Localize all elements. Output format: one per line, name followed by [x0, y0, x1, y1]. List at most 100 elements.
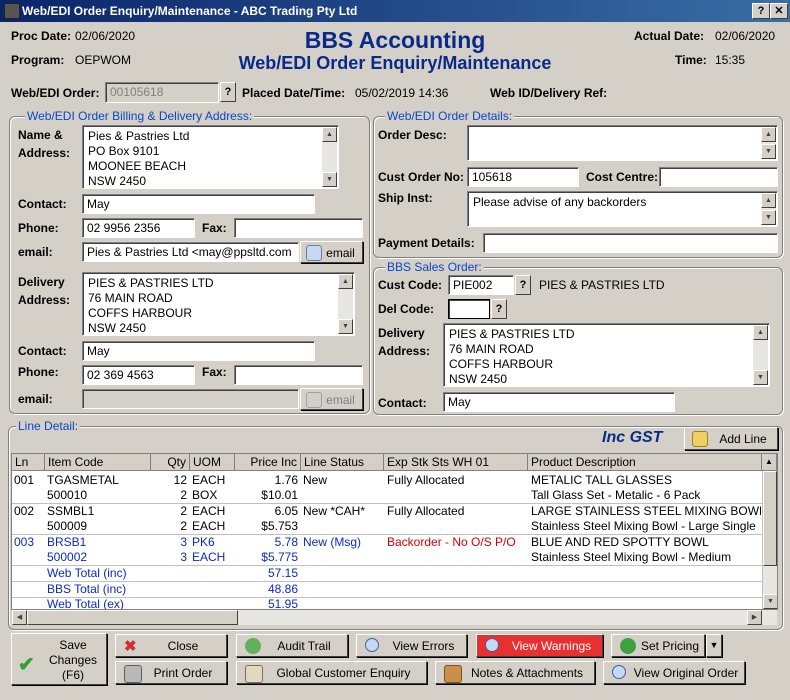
delivery-email-button[interactable]: email	[300, 388, 363, 410]
table-row[interactable]: 001 TGASMETAL 500010 12 2 EACH BOX 1.76 …	[12, 472, 762, 504]
grid-hscroll-thumb[interactable]	[27, 610, 238, 625]
cell-uom: EACH	[192, 504, 226, 518]
scroll-right-icon[interactable]: ▶	[747, 610, 762, 625]
cost-centre-label: Cost Centre:	[586, 170, 659, 184]
inc-gst-label: Inc GST	[602, 429, 663, 446]
scroll-down-icon[interactable]: ▼	[338, 319, 353, 334]
col-item-code[interactable]: Item Code	[45, 454, 151, 471]
cell-ln: 001	[14, 473, 35, 487]
fax-field[interactable]	[234, 218, 363, 238]
ship-inst-field[interactable]: Please advise of any backorders ▲ ▼	[467, 191, 778, 227]
total-value: 48.86	[267, 582, 298, 596]
grid-vscrollbar[interactable]: ▼	[762, 471, 777, 609]
grid-scroll-up-icon[interactable]: ▲	[762, 454, 777, 471]
global-customer-enquiry-button[interactable]: Global Customer Enquiry	[236, 661, 427, 684]
audit-trail-button[interactable]: Audit Trail	[236, 634, 348, 657]
view-original-order-button-label: View Original Order	[633, 666, 739, 680]
sales-address-field[interactable]: PIES & PASTRIES LTD 76 MAIN ROAD COFFS H…	[443, 323, 770, 387]
contact-field[interactable]: May	[82, 194, 315, 214]
cust-code-field[interactable]: PIE002	[448, 275, 514, 295]
scroll-down-icon[interactable]: ▼	[761, 210, 776, 225]
cost-centre-field[interactable]	[659, 167, 778, 187]
address-line: COFFS HARBOUR	[449, 357, 554, 371]
scroll-up-icon[interactable]: ▲	[322, 127, 337, 142]
scrollbar[interactable]: ▲ ▼	[761, 127, 776, 159]
screen-title: Web/EDI Order Enquiry/Maintenance	[238, 53, 552, 73]
cell-qty: 3	[180, 535, 187, 549]
add-line-button[interactable]: Add Line	[684, 427, 778, 450]
delivery-phone-label: Phone:	[18, 365, 59, 379]
save-changes-button[interactable]: ✔ Save Changes (F6)	[11, 633, 107, 685]
set-pricing-button[interactable]: Set Pricing	[611, 634, 705, 657]
pricing-dropdown-icon[interactable]: ▼	[706, 634, 722, 657]
placed-value: 05/02/2019 14:36	[355, 86, 449, 100]
scrollbar[interactable]: ▲ ▼	[322, 127, 337, 187]
delivery-email-field[interactable]	[82, 389, 299, 409]
scroll-up-icon[interactable]: ▲	[761, 193, 776, 208]
col-uom[interactable]: UOM	[190, 454, 235, 471]
order-desc-label: Order Desc:	[378, 128, 447, 142]
table-row[interactable]: 002 SSMBL1 500009 2 2 EACH EACH 6.05 $5.…	[12, 503, 762, 535]
col-price-inc[interactable]: Price Inc	[235, 454, 301, 471]
sales-contact-field[interactable]: May	[443, 392, 675, 412]
total-value: 57.15	[267, 566, 298, 580]
cust-order-field[interactable]: 105618	[467, 167, 579, 187]
close-window-button[interactable]: ✕	[770, 3, 788, 19]
del-code-field[interactable]	[448, 299, 490, 319]
grid-hscrollbar[interactable]: ◀ ▶	[12, 610, 777, 625]
order-desc-field[interactable]: ▲ ▼	[467, 125, 778, 161]
total-row: Web Total (inc) 57.15	[12, 565, 762, 582]
payment-field[interactable]	[483, 233, 778, 253]
scrollbar[interactable]: ▲ ▼	[338, 274, 353, 334]
delivery-contact-field[interactable]: May	[82, 341, 315, 361]
grid-scroll-down-icon[interactable]: ▼	[763, 594, 777, 609]
col-exp-stk[interactable]: Exp Stk Sts WH 01	[384, 454, 528, 471]
close-button[interactable]: ✖ Close	[115, 634, 227, 657]
notes-attachments-button[interactable]: Notes & Attachments	[435, 661, 595, 684]
scrollbar[interactable]: ▲ ▼	[761, 193, 776, 225]
web-order-lookup-button[interactable]: ?	[220, 82, 236, 102]
web-id-label: Web ID/Delivery Ref:	[490, 86, 608, 100]
scroll-down-icon[interactable]: ▼	[322, 172, 337, 187]
scroll-up-icon[interactable]: ▲	[338, 274, 353, 289]
print-order-button[interactable]: Print Order	[115, 661, 227, 684]
total-label: Web Total (ex)	[47, 597, 124, 610]
delivery-phone-field[interactable]: 02 369 4563	[82, 365, 195, 385]
grid-scroll-thumb[interactable]	[763, 471, 777, 566]
view-original-order-button[interactable]: View Original Order	[603, 661, 745, 684]
email-field[interactable]: Pies & Pastries Ltd <may@ppsltd.com	[82, 242, 299, 262]
sales-address-label: Address:	[378, 344, 431, 358]
billing-group-title: Web/EDI Order Billing & Delivery Address…	[25, 109, 255, 123]
delivery-fax-field[interactable]	[234, 365, 363, 385]
scrollbar[interactable]: ▲ ▼	[753, 325, 768, 385]
delivery-email-label: email:	[18, 392, 53, 406]
delivery-address-field[interactable]: PIES & PASTRIES LTD 76 MAIN ROAD COFFS H…	[82, 272, 355, 336]
cust-code-label: Cust Code:	[378, 278, 442, 292]
table-row[interactable]: 003 BRSB1 500002 3 3 PK6 EACH 5.78 $5.77…	[12, 534, 762, 566]
pricing-icon	[620, 638, 636, 654]
email-button[interactable]: email	[300, 241, 363, 263]
cell-item: TGASMETAL	[47, 473, 119, 487]
cell-price: 6.05	[274, 504, 298, 518]
col-line-status[interactable]: Line Status	[301, 454, 384, 471]
del-code-lookup-button[interactable]: ?	[491, 299, 507, 319]
line-grid[interactable]: Ln Item Code Qty UOM Price Inc Line Stat…	[11, 453, 778, 610]
scroll-left-icon[interactable]: ◀	[12, 610, 27, 625]
scroll-up-icon[interactable]: ▲	[761, 127, 776, 142]
col-ln[interactable]: Ln	[12, 454, 45, 471]
help-button[interactable]: ?	[752, 3, 770, 19]
enquiry-icon	[245, 665, 263, 683]
scroll-up-icon[interactable]: ▲	[753, 325, 768, 340]
close-icon: ✖	[124, 638, 137, 655]
cust-code-lookup-button[interactable]: ?	[515, 275, 531, 295]
scroll-down-icon[interactable]: ▼	[761, 144, 776, 159]
web-order-field[interactable]: 00105618	[105, 82, 219, 103]
col-product-desc[interactable]: Product Description	[528, 454, 762, 471]
scroll-down-icon[interactable]: ▼	[753, 370, 768, 385]
phone-field[interactable]: 02 9956 2356	[82, 218, 195, 238]
col-qty[interactable]: Qty	[151, 454, 190, 471]
view-errors-button[interactable]: View Errors	[356, 634, 467, 657]
view-warnings-button[interactable]: View Warnings	[476, 634, 603, 657]
name-address-field[interactable]: Pies & Pastries Ltd PO Box 9101 MOONEE B…	[82, 125, 339, 189]
ship-inst-label: Ship Inst:	[378, 191, 433, 205]
